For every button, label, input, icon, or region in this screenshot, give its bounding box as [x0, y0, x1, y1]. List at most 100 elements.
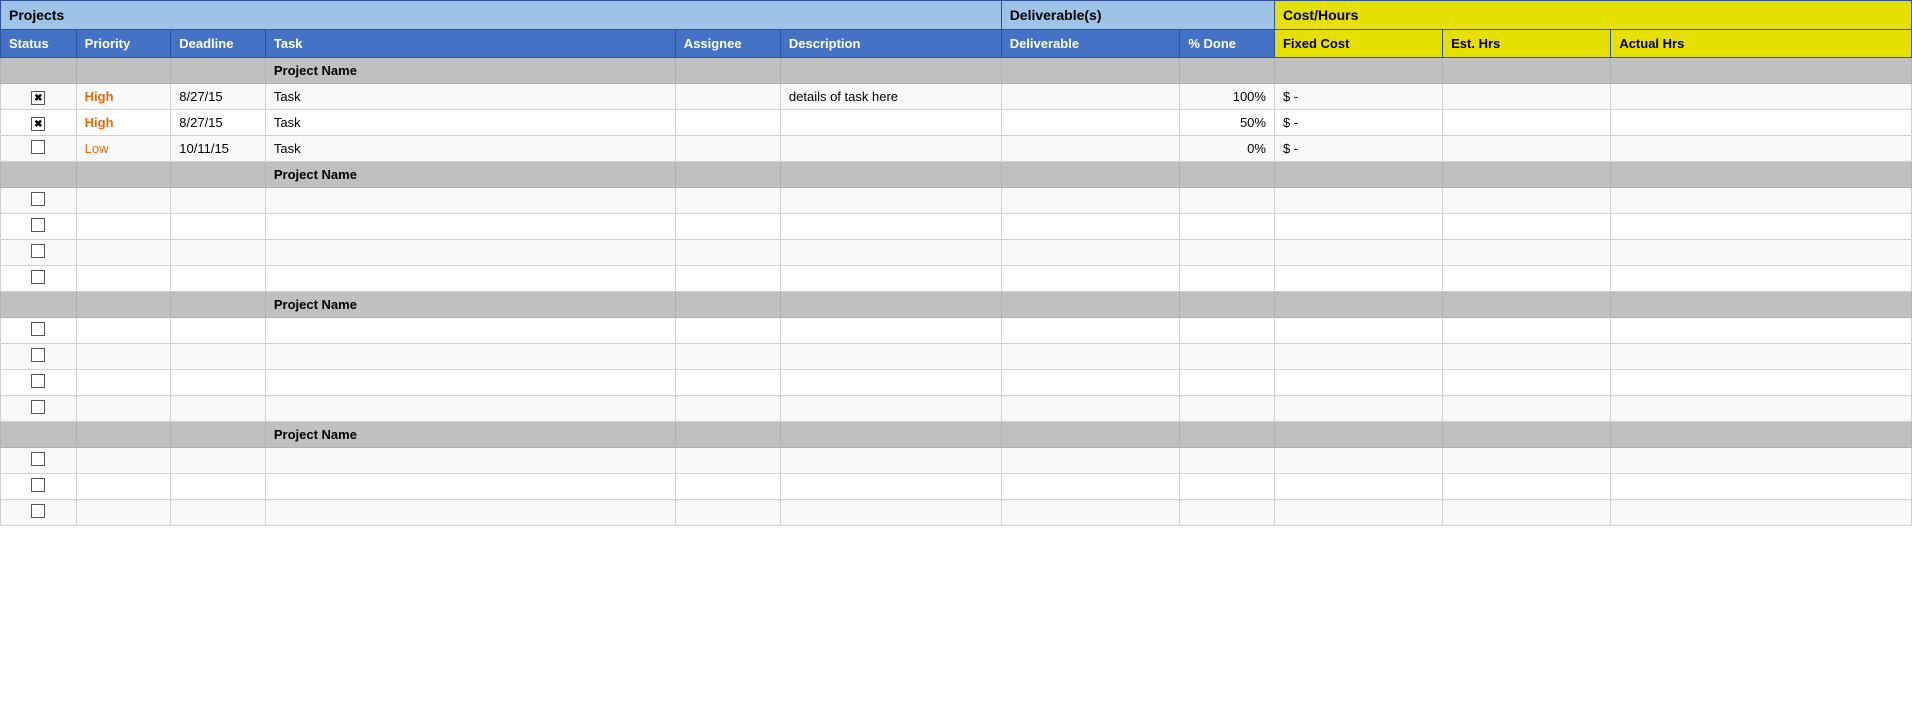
description-cell: details of task here [780, 84, 1001, 110]
data-row-p1-r0 [1, 188, 1912, 214]
actualhrs-cell [1611, 266, 1912, 292]
task-cell [265, 396, 675, 422]
projects-group-header: Projects [1, 1, 1002, 30]
actualhrs-cell [1611, 344, 1912, 370]
assignee-cell [675, 110, 780, 136]
assignee-cell [675, 474, 780, 500]
column-headers-row: Status Priority Deadline Task Assignee D… [1, 30, 1912, 58]
checkbox-checked[interactable]: ✖ [31, 91, 45, 105]
deadline-cell [171, 474, 266, 500]
project-name-deliverable-cell [1001, 58, 1180, 84]
esthrs-cell [1443, 474, 1611, 500]
assignee-cell [675, 188, 780, 214]
description-cell [780, 448, 1001, 474]
priority-cell [76, 318, 171, 344]
checkbox-empty[interactable] [31, 218, 45, 232]
status-cell[interactable] [1, 448, 77, 474]
esthrs-cell [1443, 136, 1611, 162]
data-row-p1-r2 [1, 240, 1912, 266]
project-name-deadline-cell [171, 58, 266, 84]
status-cell[interactable] [1, 188, 77, 214]
status-cell[interactable] [1, 344, 77, 370]
checkbox-empty[interactable] [31, 192, 45, 206]
checkbox-empty[interactable] [31, 270, 45, 284]
data-row-p3-r1 [1, 474, 1912, 500]
status-cell[interactable] [1, 240, 77, 266]
fixedcost-cell [1274, 240, 1442, 266]
data-row-p2-r1 [1, 344, 1912, 370]
status-cell[interactable] [1, 500, 77, 526]
checkbox-empty[interactable] [31, 244, 45, 258]
checkbox-empty[interactable] [31, 478, 45, 492]
project-name-deliverable-cell [1001, 422, 1180, 448]
deliverable-cell [1001, 318, 1180, 344]
deadline-cell: 8/27/15 [171, 110, 266, 136]
priority-cell [76, 188, 171, 214]
project-name-deadline-cell [171, 162, 266, 188]
data-row-p3-r2 [1, 500, 1912, 526]
status-cell[interactable] [1, 396, 77, 422]
actualhrs-cell [1611, 188, 1912, 214]
priority-cell [76, 370, 171, 396]
pctdone-cell [1180, 396, 1275, 422]
project-name-priority-cell [76, 292, 171, 318]
esthrs-cell [1443, 370, 1611, 396]
pctdone-cell [1180, 214, 1275, 240]
project-name-fixedcost-cell [1274, 162, 1442, 188]
deliverable-cell [1001, 474, 1180, 500]
pctdone-cell: 50% [1180, 110, 1275, 136]
checkbox-empty[interactable] [31, 400, 45, 414]
status-cell[interactable]: ✖ [1, 84, 77, 110]
priority-low: Low [85, 141, 109, 156]
project-name-esthrs-cell [1443, 422, 1611, 448]
esthrs-cell [1443, 318, 1611, 344]
data-row-p1-r3 [1, 266, 1912, 292]
checkbox-checked[interactable]: ✖ [31, 117, 45, 131]
deadline-cell [171, 370, 266, 396]
actualhrs-cell [1611, 318, 1912, 344]
pctdone-cell [1180, 344, 1275, 370]
project-name-assignee-cell [675, 292, 780, 318]
checkbox-empty[interactable] [31, 374, 45, 388]
project-name-priority-cell [76, 58, 171, 84]
project-name-row-0: Project Name [1, 58, 1912, 84]
status-cell[interactable] [1, 474, 77, 500]
status-cell[interactable] [1, 136, 77, 162]
deliverable-cell [1001, 214, 1180, 240]
status-cell[interactable] [1, 214, 77, 240]
deliverable-cell [1001, 344, 1180, 370]
project-name-row-3: Project Name [1, 422, 1912, 448]
checkbox-empty[interactable] [31, 140, 45, 154]
task-cell [265, 240, 675, 266]
esthrs-cell [1443, 240, 1611, 266]
spreadsheet-container: Projects Deliverable(s) Cost/Hours Statu… [0, 0, 1912, 526]
checkbox-empty[interactable] [31, 348, 45, 362]
project-tracker-table: Projects Deliverable(s) Cost/Hours Statu… [0, 0, 1912, 526]
fixedcost-cell [1274, 266, 1442, 292]
pctdone-cell [1180, 240, 1275, 266]
status-cell[interactable]: ✖ [1, 110, 77, 136]
status-cell[interactable] [1, 266, 77, 292]
priority-cell [76, 500, 171, 526]
priority-cell [76, 474, 171, 500]
fixedcost-cell [1274, 214, 1442, 240]
checkbox-empty[interactable] [31, 322, 45, 336]
project-name-pctdone-cell [1180, 422, 1275, 448]
description-cell [780, 266, 1001, 292]
status-cell[interactable] [1, 370, 77, 396]
task-cell: Task [265, 84, 675, 110]
project-name-fixedcost-cell [1274, 422, 1442, 448]
checkbox-empty[interactable] [31, 452, 45, 466]
data-row-p1-r1 [1, 214, 1912, 240]
checkbox-empty[interactable] [31, 504, 45, 518]
description-cell [780, 344, 1001, 370]
actualhrs-cell [1611, 448, 1912, 474]
fixedcost-cell [1274, 188, 1442, 214]
col-header-priority: Priority [76, 30, 171, 58]
project-name-pctdone-cell [1180, 58, 1275, 84]
description-cell [780, 318, 1001, 344]
pctdone-cell [1180, 188, 1275, 214]
status-cell[interactable] [1, 318, 77, 344]
description-cell [780, 474, 1001, 500]
deliverable-cell [1001, 500, 1180, 526]
